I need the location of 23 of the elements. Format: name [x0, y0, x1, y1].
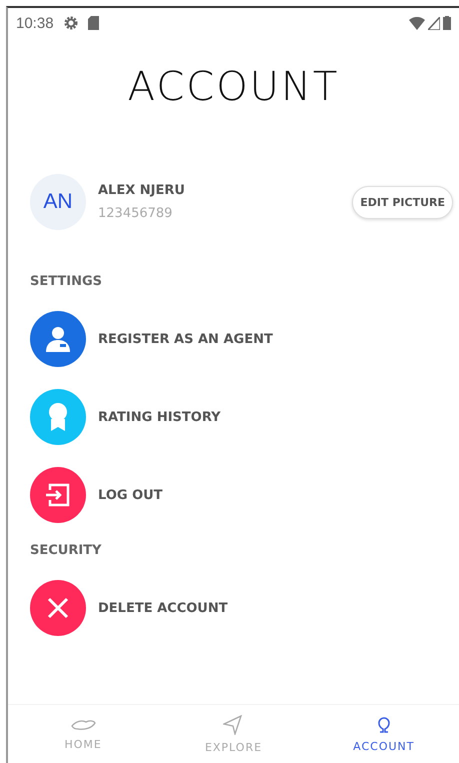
- wifi-icon: [409, 16, 425, 30]
- gear-icon: [64, 16, 78, 30]
- user-name: ALEX NJERU: [98, 183, 186, 198]
- close-icon: [47, 597, 69, 619]
- award-icon: [47, 402, 69, 432]
- section-heading: SECURITY: [29, 543, 102, 558]
- sd-card-icon: [88, 16, 99, 30]
- logout-icon: [45, 482, 71, 508]
- nav-tab[interactable]: ACCOUNT: [308, 705, 459, 763]
- agent-icon: [45, 325, 71, 353]
- avatar: AN: [30, 174, 86, 230]
- menu-item-label[interactable]: LOG OUT: [98, 488, 163, 502]
- user-number: 123456789: [98, 206, 174, 221]
- section-heading: SETTINGS: [29, 274, 104, 289]
- menu-item-label[interactable]: RATING HISTORY: [98, 410, 221, 424]
- menu-item-label[interactable]: DELETE ACCOUNT: [98, 600, 228, 616]
- menu-item-label[interactable]: REGISTER AS AN AGENT: [98, 332, 273, 346]
- edit-picture-button[interactable]: EDIT PICTURE: [352, 186, 453, 218]
- page-title: ACCOUNT: [126, 64, 340, 110]
- navigation-icon: [223, 714, 244, 734]
- status-time: 10:38: [16, 14, 54, 32]
- signal-icon: [428, 16, 440, 30]
- battery-icon: [443, 16, 451, 30]
